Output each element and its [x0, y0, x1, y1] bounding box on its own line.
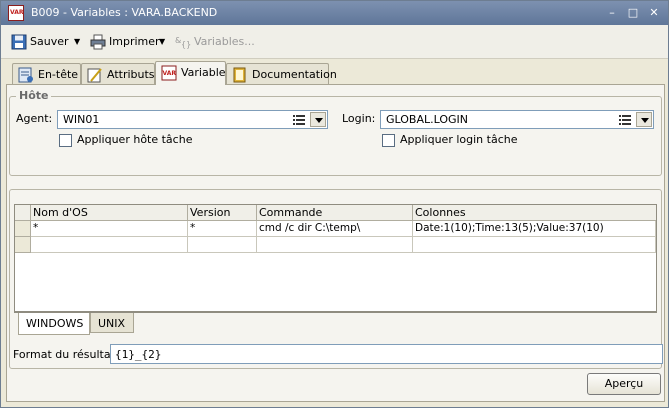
variable-panel: Hôte Agent: WIN01 Appliquer hôte tâche L… [6, 84, 665, 402]
variable-icon: VAR [161, 65, 177, 81]
print-button[interactable]: Imprimer [90, 33, 160, 51]
attributes-icon [87, 68, 102, 83]
table-cell[interactable] [257, 237, 413, 253]
apply-host-label: Appliquer hôte tâche [77, 133, 193, 146]
column-header-os-name[interactable]: Nom d'OS [31, 205, 188, 221]
list-icon[interactable] [619, 114, 631, 125]
table-cell[interactable] [413, 237, 656, 253]
window-title: B009 - Variables : VARA.BACKEND [31, 6, 218, 19]
tab-documentation[interactable]: Documentation [226, 63, 337, 84]
app-icon: VAR [8, 5, 24, 21]
column-header-command[interactable]: Commande [257, 205, 413, 221]
header-icon [18, 67, 33, 83]
apply-host-checkbox[interactable] [59, 134, 72, 147]
row-header[interactable] [15, 237, 31, 253]
book-icon [233, 67, 246, 83]
tab-windows[interactable]: WINDOWS [18, 313, 90, 335]
row-header[interactable] [15, 221, 31, 237]
agent-dropdown-arrow[interactable] [310, 112, 326, 127]
host-group: Hôte Agent: WIN01 Appliquer hôte tâche L… [9, 89, 662, 176]
column-header-columns[interactable]: Colonnes [413, 205, 656, 221]
variables-button[interactable]: & {} Variables... [175, 33, 255, 51]
grid-corner [15, 205, 31, 221]
floppy-disk-icon [11, 34, 27, 50]
svg-text:{}: {} [181, 40, 191, 49]
print-dropdown-button[interactable]: ▼ [157, 33, 169, 51]
minimize-button[interactable]: – [605, 6, 619, 20]
apply-login-label: Appliquer login tâche [400, 133, 518, 146]
column-header-version[interactable]: Version [188, 205, 257, 221]
login-label: Login: [342, 112, 376, 125]
table-cell[interactable] [31, 237, 188, 253]
printer-icon [90, 34, 106, 50]
save-dropdown-button[interactable]: ▼ [72, 33, 84, 51]
save-button[interactable]: Sauver [11, 33, 81, 51]
main-tab-strip: En-tête Attributs VAR Variable Documenta… [9, 61, 664, 85]
agent-label: Agent: [16, 112, 53, 125]
chevron-down-icon: ▼ [74, 37, 81, 46]
table-cell[interactable]: * [31, 221, 188, 237]
tab-attributes[interactable]: Attributs [81, 63, 155, 84]
tab-unix[interactable]: UNIX [90, 313, 134, 333]
maximize-button[interactable]: □ [626, 6, 640, 20]
chevron-down-icon: ▼ [159, 37, 166, 46]
apply-login-checkbox[interactable] [382, 134, 395, 147]
close-button[interactable]: ✕ [647, 6, 661, 20]
result-format-label: Format du résultat: [13, 348, 119, 361]
table-cell[interactable]: * [188, 221, 257, 237]
list-icon[interactable] [293, 114, 305, 125]
login-dropdown-arrow[interactable] [636, 112, 652, 127]
variables-icon: & {} [175, 36, 191, 49]
variables-window: VAR B009 - Variables : VARA.BACKEND – □ … [0, 0, 669, 408]
os-commands-grid[interactable]: Nom d'OS Version Commande Colonnes * * c… [14, 204, 657, 312]
title-bar[interactable]: VAR B009 - Variables : VARA.BACKEND – □ … [1, 1, 668, 25]
result-format-input[interactable]: {1}_{2} [110, 344, 663, 364]
table-cell[interactable]: Date:1(10);Time:13(5);Value:37(10) [413, 221, 656, 237]
login-combobox[interactable]: GLOBAL.LOGIN [380, 110, 654, 129]
table-cell[interactable] [188, 237, 257, 253]
os-tab-strip: WINDOWS UNIX [14, 312, 657, 338]
svg-text:VAR: VAR [163, 70, 177, 77]
agent-combobox[interactable]: WIN01 [57, 110, 328, 129]
toolbar: Sauver ▼ Imprimer ▼ & {} Variables... [1, 25, 668, 59]
tab-variable[interactable]: VAR Variable [155, 61, 226, 85]
host-group-title: Hôte [16, 89, 52, 103]
preview-button[interactable]: Aperçu [587, 373, 661, 395]
tab-header[interactable]: En-tête [12, 63, 81, 84]
table-cell[interactable]: cmd /c dir C:\temp\ [257, 221, 413, 237]
